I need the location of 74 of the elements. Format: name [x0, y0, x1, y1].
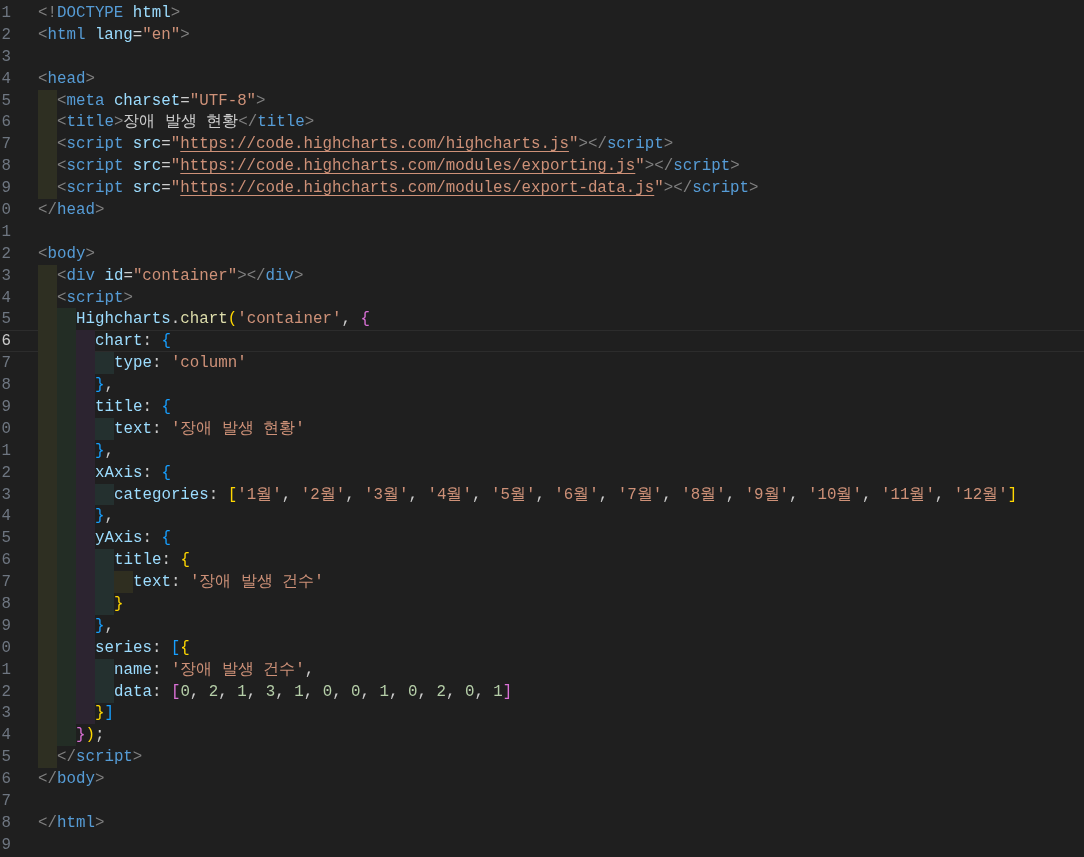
line-number: 1 [0, 221, 11, 243]
line-number: 1 [0, 2, 11, 24]
code-line: <meta charset="UTF-8"> [57, 90, 266, 112]
code-line: series: [{ [95, 637, 190, 659]
code-line: </script> [57, 747, 143, 769]
line-number: 4 [0, 68, 11, 90]
line-number: 8 [0, 375, 11, 397]
line-number: 9 [0, 615, 11, 637]
line-number: 3 [0, 46, 11, 68]
line-number: 5 [0, 90, 11, 112]
line-number: 0 [0, 199, 11, 221]
line-number: 4 [0, 725, 11, 747]
code-line: text: '장애 발생 건수' [133, 572, 324, 594]
code-line: data: [0, 2, 1, 3, 1, 0, 0, 1, 0, 2, 0, 1] [114, 681, 513, 703]
line-number: 8 [0, 812, 11, 834]
line-number: 2 [0, 462, 11, 484]
line-number: 5 [0, 309, 11, 331]
code-line: <html lang="en"> [38, 24, 190, 46]
code-line: </body> [38, 769, 105, 791]
line-number: 6 [0, 112, 11, 134]
code-line: <title>장애 발생 현황</title> [57, 112, 315, 134]
line-number: 7 [0, 572, 11, 594]
line-number: 2 [0, 243, 11, 265]
code-line: <head> [38, 68, 95, 90]
code-line: } [114, 594, 124, 615]
code-line: <body> [38, 243, 95, 265]
line-number: 9 [0, 397, 11, 418]
line-number: 4 [0, 287, 11, 309]
code-line: }, [95, 615, 114, 637]
code-line: title: { [114, 550, 190, 572]
code-line: <script> [57, 287, 133, 309]
line-number: 6 [0, 331, 11, 353]
line-number: 3 [0, 484, 11, 506]
line-number: 8 [0, 156, 11, 178]
code-line: }, [95, 375, 114, 397]
line-number: 2 [0, 24, 11, 46]
line-number: 3 [0, 703, 11, 725]
line-number: 0 [0, 418, 11, 440]
line-number: 5 [0, 747, 11, 769]
line-number: 0 [0, 637, 11, 659]
line-number: 1 [0, 440, 11, 462]
code-line: }] [95, 703, 114, 725]
line-number: 7 [0, 353, 11, 375]
code-line: Highcharts.chart('container', { [76, 309, 370, 331]
line-number: 7 [0, 791, 11, 812]
line-number: 4 [0, 506, 11, 528]
code-line: </head> [38, 199, 105, 221]
code-line: }); [76, 725, 105, 747]
line-number: 2 [0, 681, 11, 703]
code-line: <script src="https://code.highcharts.com/modules/export-data.js"></script> [57, 178, 759, 200]
line-number: 5 [0, 528, 11, 550]
code-line: }, [95, 506, 114, 528]
code-line: title: { [95, 397, 171, 418]
line-number: 7 [0, 134, 11, 156]
code-line: xAxis: { [95, 462, 171, 484]
code-line: yAxis: { [95, 528, 171, 550]
line-number: 1 [0, 659, 11, 681]
code-line: <script src="https://code.highcharts.com/highcharts.js"></script> [57, 134, 674, 156]
code-line: categories: ['1월', '2월', '3월', '4월', '5월', '6월', '7월', '8월', '9월', '10월', '11월', '12월'] [114, 484, 1018, 506]
code-line: name: '장애 발생 건수', [114, 659, 315, 681]
code-line: text: '장애 발생 현황' [114, 418, 305, 440]
line-number: 9 [0, 178, 11, 200]
code-line: <!DOCTYPE html> [38, 2, 181, 24]
code-line: </html> [38, 812, 105, 834]
code-line: }, [95, 440, 114, 462]
line-number: 6 [0, 550, 11, 572]
line-number: 6 [0, 769, 11, 791]
line-number: 8 [0, 594, 11, 615]
code-line: <script src="https://code.highcharts.com/modules/exporting.js"></script> [57, 156, 740, 178]
line-number: 3 [0, 265, 11, 287]
code-line: chart: { [95, 331, 171, 353]
code-line: <div id="container"></div> [57, 265, 304, 287]
line-number: 9 [0, 834, 11, 856]
code-line: type: 'column' [114, 353, 247, 375]
